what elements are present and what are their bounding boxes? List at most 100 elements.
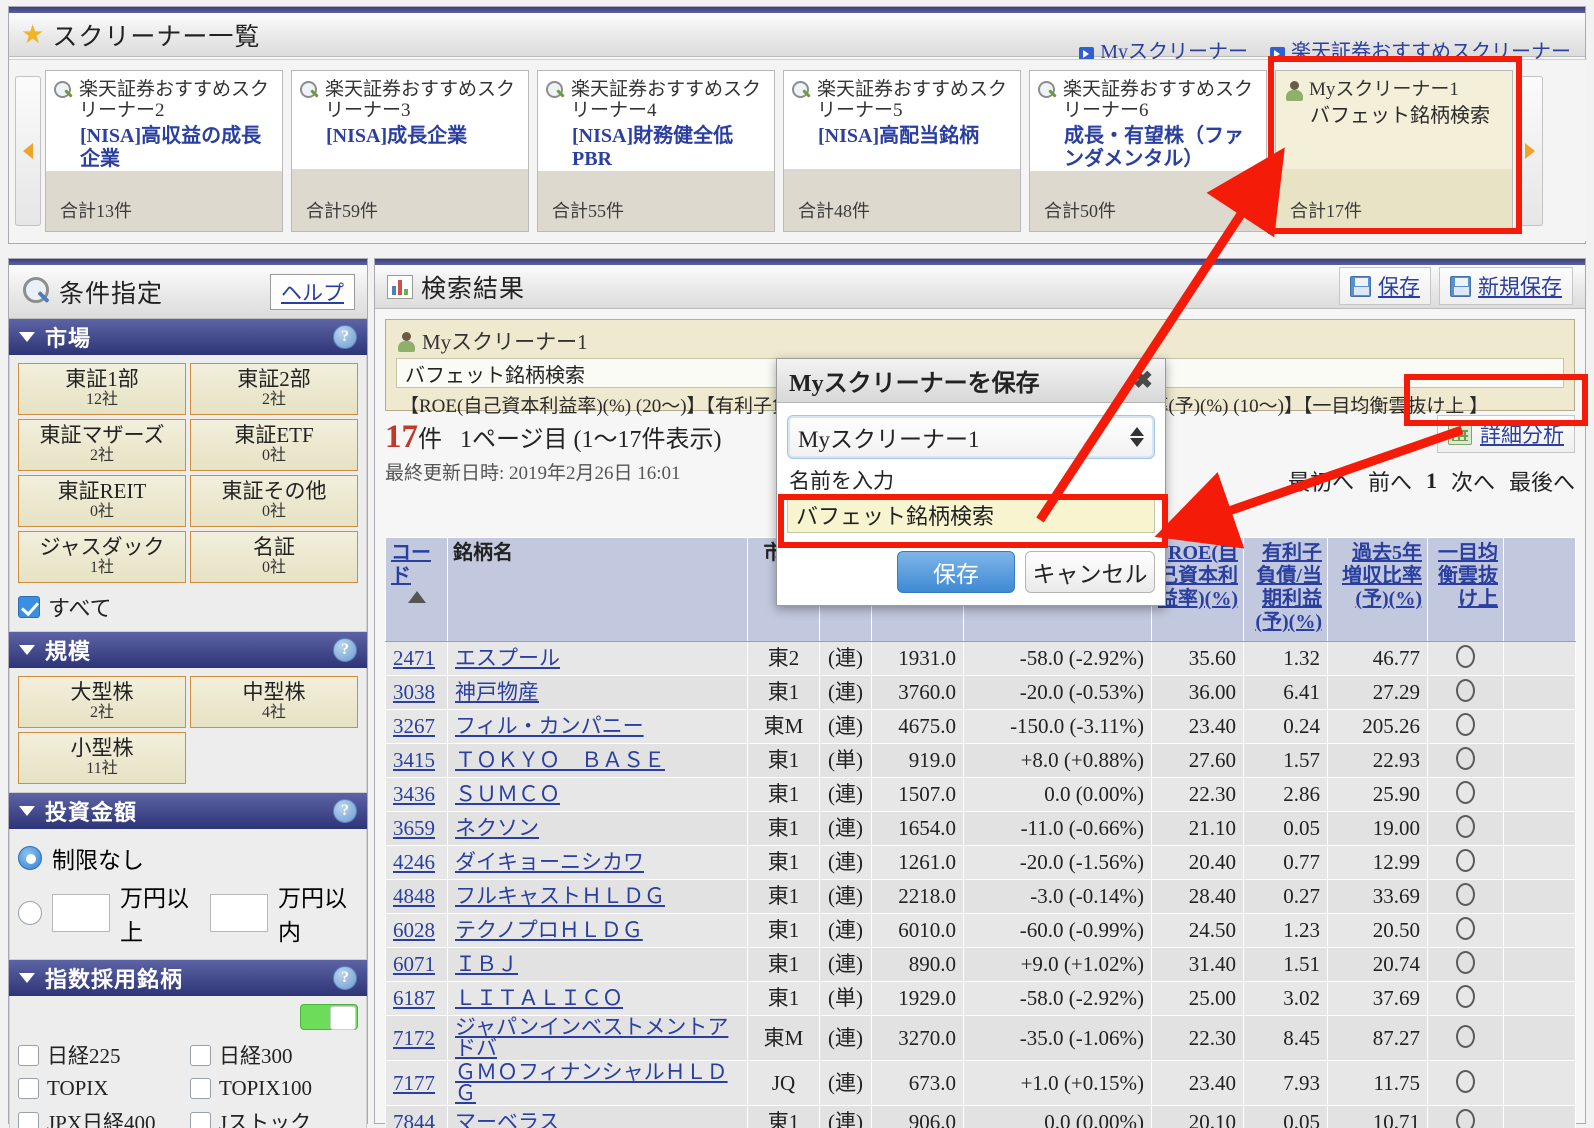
screener-card-title[interactable]: [NISA]財務健全低PBR [538,123,774,171]
cell-code[interactable]: 6187 [385,981,448,1016]
market-button[interactable]: 東証マザーズ 2社 [18,419,186,471]
checkbox-all-markets[interactable] [18,596,40,618]
col-header-ichimoku[interactable]: 一目均衡雲抜け上 [1427,537,1504,642]
section-header-investment-amount[interactable]: 投資金額 ? [9,793,367,829]
cell-name[interactable]: ＳＵＭＣＯ [447,777,748,812]
cell-name[interactable]: ＬＩＴＡＬＩＣＯ [447,981,748,1016]
last-updated-value: 2019年2月26日 16:01 [509,463,681,484]
cell-code[interactable]: 3038 [385,675,448,710]
screener-card[interactable]: 楽天証券おすすめスクリーナー3 [NISA]成長企業 合計59件 [291,69,529,232]
cell-code[interactable]: 4848 [385,879,448,914]
screener-slot-select[interactable]: Myスクリーナー1 [787,415,1155,459]
cell-name[interactable]: ジャパンインベストメントアドバ [447,1015,748,1061]
size-button[interactable]: 小型株 11社 [18,732,186,784]
cell-name[interactable]: ダイキョーニシカワ [447,845,748,880]
cards-scroll-left-button[interactable] [15,75,41,226]
screener-card-my-screener-1[interactable]: Myスクリーナー1 バフェット銘柄検索 合計17件 [1275,69,1513,232]
screener-card-title[interactable]: 成長・有望株（ファンダメンタル） [1030,123,1266,171]
amount-from-input[interactable] [52,894,110,932]
help-icon[interactable]: ? [333,638,357,662]
col-header-debt-ratio[interactable]: 有利子負債/当期利益(予)(%) [1243,537,1328,642]
cell-code[interactable]: 3436 [385,777,448,812]
screener-card[interactable]: 楽天証券おすすめスクリーナー4 [NISA]財務健全低PBR 合計55件 [537,69,775,232]
cell-name[interactable]: ＩＢＪ [447,947,748,982]
screener-card[interactable]: 楽天証券おすすめスクリーナー2 [NISA]高収益の成長企業 合計13件 [45,69,283,232]
amount-to-input[interactable] [210,894,268,932]
checkbox[interactable] [190,1111,211,1128]
col-header-growth-ratio[interactable]: 過去5年増収比率(予)(%) [1327,537,1428,642]
market-button[interactable]: 東証REIT 0社 [18,475,186,527]
cell-code[interactable]: 7177 [385,1060,448,1106]
detail-analysis-button[interactable]: 詳細分析 [1437,415,1575,453]
market-button[interactable]: 名証 0社 [190,531,358,583]
cell-code[interactable]: 6071 [385,947,448,982]
help-icon[interactable]: ? [333,799,357,823]
checkbox[interactable] [18,1044,39,1066]
cell-name[interactable]: ＴＯＫＹＯ ＢＡＳＥ [447,743,748,778]
cell-name[interactable]: フィル・カンパニー [447,709,748,744]
radio-no-limit-row[interactable]: 制限なし [18,841,358,875]
checkbox-row-topix[interactable]: TOPIX [18,1076,186,1101]
screener-card[interactable]: 楽天証券おすすめスクリーナー6 成長・有望株（ファンダメンタル） 合計50件 [1029,69,1267,232]
save-new-button[interactable]: 新規保存 [1439,267,1573,305]
market-button[interactable]: 東証2部 2社 [190,363,358,415]
market-button[interactable]: 東証1部 12社 [18,363,186,415]
screener-card[interactable]: 楽天証券おすすめスクリーナー5 [NISA]高配当銘柄 合計48件 [783,69,1021,232]
index-toggle-switch[interactable] [300,1004,358,1030]
checkbox-row-topix100[interactable]: TOPIX100 [190,1076,358,1101]
screener-name-input[interactable]: バフェット銘柄検索 [787,497,1155,533]
radio-range[interactable] [18,901,42,925]
checkbox[interactable] [190,1044,211,1066]
cell-code[interactable]: 2471 [385,641,448,676]
cell-code[interactable]: 3267 [385,709,448,744]
cell-name[interactable]: エスプール [447,641,748,676]
cards-scroll-right-button[interactable] [1517,75,1543,226]
help-icon[interactable]: ? [333,325,357,349]
cell-code[interactable]: 3659 [385,811,448,846]
help-button[interactable]: ヘルプ [270,274,355,310]
pager-next[interactable]: 次へ [1451,465,1495,497]
pager-first[interactable]: 最初へ [1288,465,1354,497]
checkbox-row-jpx-nikkei400[interactable]: JPX日経400 [18,1107,186,1128]
checkbox-row-nikkei300[interactable]: 日経300 [190,1040,358,1070]
checkbox[interactable] [18,1078,39,1099]
market-button[interactable]: 東証その他 0社 [190,475,358,527]
section-header-market[interactable]: 市場 ? [9,319,367,355]
pager-prev[interactable]: 前へ [1368,465,1412,497]
cell-name[interactable]: マーベラス [447,1105,748,1128]
radio-no-limit[interactable] [18,846,42,870]
cell-name[interactable]: 神戸物産 [447,675,748,710]
size-button[interactable]: 大型株 2社 [18,676,186,728]
checkbox[interactable] [18,1111,39,1128]
cell-code[interactable]: 6028 [385,913,448,948]
market-button[interactable]: 東証ETF 0社 [190,419,358,471]
col-header-code[interactable]: コード [385,537,448,642]
screener-card-title[interactable]: [NISA]成長企業 [292,123,528,148]
checkbox[interactable] [190,1078,211,1099]
cell-code[interactable]: 7172 [385,1015,448,1061]
screener-card-title[interactable]: [NISA]高収益の成長企業 [46,123,282,171]
radio-range-row[interactable]: 万円以上 万円以内 [18,879,358,947]
size-button[interactable]: 中型株 4社 [190,676,358,728]
save-button[interactable]: 保存 [1339,267,1431,305]
cell-code[interactable]: 3415 [385,743,448,778]
cell-name[interactable]: ネクソン [447,811,748,846]
market-button[interactable]: ジャスダック 1社 [18,531,186,583]
cell-code[interactable]: 4246 [385,845,448,880]
checkbox-row-nikkei225[interactable]: 日経225 [18,1040,186,1070]
dialog-save-button[interactable]: 保存 [897,551,1015,593]
help-icon[interactable]: ? [333,966,357,990]
checkbox-row-j-stock[interactable]: Jストック [190,1107,358,1128]
screener-card-title[interactable]: バフェット銘柄検索 [1276,103,1512,128]
cell-name[interactable]: テクノプロＨＬＤＧ [447,913,748,948]
section-header-size[interactable]: 規模 ? [9,632,367,668]
close-icon[interactable]: ✖ [1133,366,1153,395]
section-header-index-constituents[interactable]: 指数採用銘柄 ? [9,960,367,996]
cell-name[interactable]: ＧＭＯフィナンシャルＨＬＤＧ [447,1060,748,1106]
cell-name[interactable]: フルキャストＨＬＤＧ [447,879,748,914]
market-select-all-row[interactable]: すべて [18,591,358,623]
pager-last[interactable]: 最後へ [1509,465,1575,497]
screener-card-title[interactable]: [NISA]高配当銘柄 [784,123,1020,148]
cell-code[interactable]: 7844 [385,1105,448,1128]
dialog-cancel-button[interactable]: キャンセル [1025,551,1155,593]
